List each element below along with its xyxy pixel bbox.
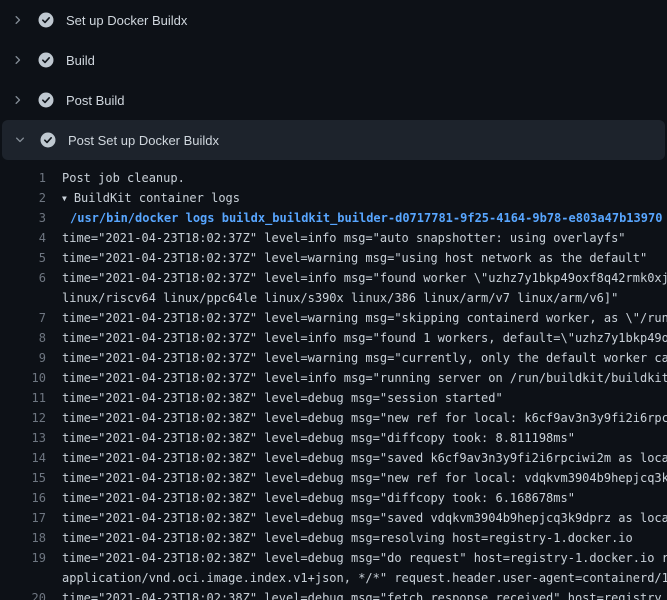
line-number[interactable]: 5 xyxy=(0,248,46,268)
log-text: Post job cleanup. xyxy=(62,168,667,188)
line-number[interactable]: 11 xyxy=(0,388,46,408)
line-number[interactable]: 10 xyxy=(0,368,46,388)
check-circle-icon xyxy=(40,132,56,148)
log-line: 5 time="2021-04-23T18:02:37Z" level=warni… xyxy=(0,248,667,268)
log-line: 3/usr/bin/docker logs buildx_buildkit_bu… xyxy=(0,208,667,228)
log-line: 12 time="2021-04-23T18:02:38Z" level=debu… xyxy=(0,408,667,428)
line-number[interactable]: 8 xyxy=(0,328,46,348)
line-number[interactable]: 4 xyxy=(0,228,46,248)
log-text: ▼BuildKit container logs xyxy=(62,188,667,208)
log-text: time="2021-04-23T18:02:37Z" level=info m… xyxy=(62,328,667,348)
log-line: 15 time="2021-04-23T18:02:38Z" level=debu… xyxy=(0,468,667,488)
log-text: time="2021-04-23T18:02:38Z" level=debug … xyxy=(62,448,667,468)
chevron-right-icon xyxy=(10,12,26,28)
log-text: time="2021-04-23T18:02:38Z" level=debug … xyxy=(62,548,667,568)
step-build[interactable]: Build xyxy=(0,40,667,80)
log-line: 17 time="2021-04-23T18:02:38Z" level=debu… xyxy=(0,508,667,528)
line-number[interactable]: 6 xyxy=(0,268,46,288)
log-text: time="2021-04-23T18:02:37Z" level=info m… xyxy=(62,268,667,288)
log-line: 13 time="2021-04-23T18:02:38Z" level=debu… xyxy=(0,428,667,448)
log-lines: 1 Post job cleanup. 2 ▼BuildKit container l… xyxy=(0,168,667,600)
line-number[interactable]: 12 xyxy=(0,408,46,428)
log-line: 20 time="2021-04-23T18:02:38Z" level=debu… xyxy=(0,588,667,600)
line-number xyxy=(0,288,46,308)
line-number[interactable]: 17 xyxy=(0,508,46,528)
log-line: 4 time="2021-04-23T18:02:37Z" level=info … xyxy=(0,228,667,248)
line-number[interactable]: 2 xyxy=(0,188,46,208)
log-line: 19 time="2021-04-23T18:02:38Z" level=debu… xyxy=(0,548,667,568)
log-line: 11 time="2021-04-23T18:02:38Z" level=debu… xyxy=(0,388,667,408)
log-line: 16 time="2021-04-23T18:02:38Z" level=debu… xyxy=(0,488,667,508)
line-number[interactable]: 1 xyxy=(0,168,46,188)
log-text: time="2021-04-23T18:02:38Z" level=debug … xyxy=(62,468,667,488)
check-circle-icon xyxy=(38,92,54,108)
log-line: 7 time="2021-04-23T18:02:37Z" level=warni… xyxy=(0,308,667,328)
log-text: time="2021-04-23T18:02:38Z" level=debug … xyxy=(62,488,667,508)
chevron-right-icon xyxy=(10,92,26,108)
log-text: time="2021-04-23T18:02:38Z" level=debug … xyxy=(62,508,667,528)
log-line: 6 time="2021-04-23T18:02:37Z" level=info … xyxy=(0,268,667,288)
step-label: Post Set up Docker Buildx xyxy=(68,133,219,148)
log-line: 9 time="2021-04-23T18:02:37Z" level=warni… xyxy=(0,348,667,368)
line-number[interactable]: 18 xyxy=(0,528,46,548)
chevron-down-icon xyxy=(12,132,28,148)
step-post-build[interactable]: Post Build xyxy=(0,80,667,120)
line-number[interactable]: 9 xyxy=(0,348,46,368)
line-number[interactable]: 3 xyxy=(0,208,46,228)
log-text: time="2021-04-23T18:02:37Z" level=warnin… xyxy=(62,348,667,368)
log-text: time="2021-04-23T18:02:38Z" level=debug … xyxy=(62,388,667,408)
log-text: time="2021-04-23T18:02:37Z" level=info m… xyxy=(62,228,667,248)
step-set-up-docker-buildx[interactable]: Set up Docker Buildx xyxy=(0,0,667,40)
log-line: 10 time="2021-04-23T18:02:37Z" level=info… xyxy=(0,368,667,388)
log-line: 14 time="2021-04-23T18:02:38Z" level=debu… xyxy=(0,448,667,468)
log-line-continuation: application/vnd.oci.image.index.v1+json,… xyxy=(0,568,667,588)
line-number[interactable]: 7 xyxy=(0,308,46,328)
log-text: time="2021-04-23T18:02:37Z" level=warnin… xyxy=(62,248,667,268)
log-line[interactable]: 2 ▼BuildKit container logs xyxy=(0,188,667,208)
chevron-down-icon: ▼ xyxy=(62,189,67,208)
log-text: application/vnd.oci.image.index.v1+json,… xyxy=(62,568,667,588)
line-number[interactable]: 15 xyxy=(0,468,46,488)
step-post-set-up-docker-buildx[interactable]: Post Set up Docker Buildx xyxy=(2,120,665,160)
chevron-right-icon xyxy=(10,52,26,68)
check-circle-icon xyxy=(38,12,54,28)
step-label: Set up Docker Buildx xyxy=(66,13,187,28)
log-text: linux/riscv64 linux/ppc64le linux/s390x … xyxy=(62,288,667,308)
log-line: 8 time="2021-04-23T18:02:37Z" level=info … xyxy=(0,328,667,348)
log-text: time="2021-04-23T18:02:38Z" level=debug … xyxy=(62,428,667,448)
line-number[interactable]: 14 xyxy=(0,448,46,468)
check-circle-icon xyxy=(38,52,54,68)
line-number xyxy=(0,568,46,588)
step-label: Post Build xyxy=(66,93,125,108)
log-line-continuation: linux/riscv64 linux/ppc64le linux/s390x … xyxy=(0,288,667,308)
line-number[interactable]: 20 xyxy=(0,588,46,600)
log-text: time="2021-04-23T18:02:37Z" level=info m… xyxy=(62,368,667,388)
command-text: /usr/bin/docker logs buildx_buildkit_bui… xyxy=(62,208,667,228)
line-number[interactable]: 19 xyxy=(0,548,46,568)
log-text: time="2021-04-23T18:02:37Z" level=warnin… xyxy=(62,308,667,328)
step-label: Build xyxy=(66,53,95,68)
log-text: time="2021-04-23T18:02:38Z" level=debug … xyxy=(62,408,667,428)
line-number[interactable]: 16 xyxy=(0,488,46,508)
line-number[interactable]: 13 xyxy=(0,428,46,448)
steps-list: Set up Docker Buildx Build Post Build Po… xyxy=(0,0,667,160)
log-text: time="2021-04-23T18:02:38Z" level=debug … xyxy=(62,588,667,600)
log-text: time="2021-04-23T18:02:38Z" level=debug … xyxy=(62,528,667,548)
log-line: 1 Post job cleanup. xyxy=(0,168,667,188)
log-viewer: 1 Post job cleanup. 2 ▼BuildKit container l… xyxy=(0,160,667,600)
log-line: 18 time="2021-04-23T18:02:38Z" level=debu… xyxy=(0,528,667,548)
